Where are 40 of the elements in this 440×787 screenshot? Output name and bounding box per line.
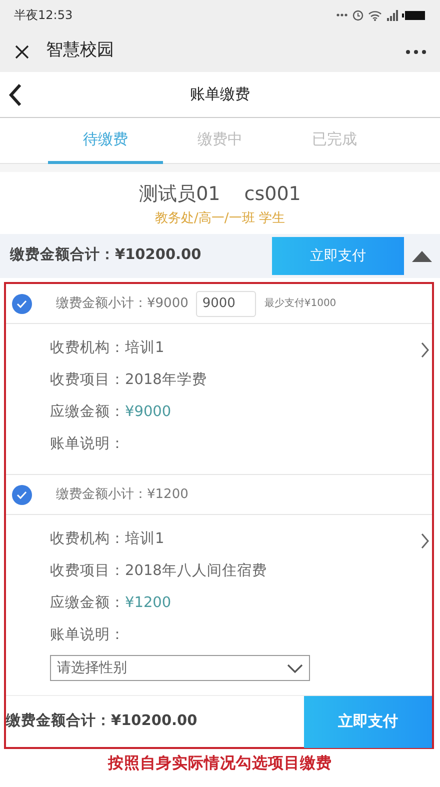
subtotal: 缴费金额小计：¥9000 (56, 294, 188, 313)
app-title: 智慧校园 (46, 39, 114, 62)
more-icon (406, 50, 426, 54)
detail-line: 应缴金额：¥9000 (50, 402, 172, 422)
chevron-right-icon[interactable] (420, 342, 430, 358)
detail-line: 收费机构：培训1 (50, 338, 166, 358)
checkbox[interactable] (12, 294, 32, 314)
alarm-icon (352, 9, 364, 21)
triangle-up-icon (412, 251, 432, 262)
tab[interactable]: 已完成 (277, 118, 392, 164)
detail-line: 应缴金额：¥1200 (50, 594, 172, 613)
battery-icon (402, 10, 426, 20)
total-amount: 缴费金额合计：¥10200.00 (6, 712, 198, 731)
amount-input[interactable]: 9000 (196, 290, 256, 316)
detail-line: 账单说明： (50, 626, 126, 645)
pay-button[interactable]: 立即支付 (272, 237, 404, 275)
minimum-note: 最少支付¥1000 (264, 296, 336, 311)
back-icon (8, 82, 22, 107)
subtotal: 缴费金额小计：¥1200 (56, 486, 188, 504)
user-id: cs001 (244, 183, 301, 205)
tab[interactable]: 缴费中 (162, 118, 278, 164)
detail-line: 收费项目：2018年学费 (50, 371, 208, 390)
close-icon (14, 44, 30, 60)
chevron-down-icon (287, 664, 303, 672)
notification-dots-icon (336, 13, 348, 17)
pay-button[interactable]: 立即支付 (304, 696, 432, 748)
detail-line: 收费项目：2018年八人间住宿费 (50, 562, 268, 581)
detail-line: 账单说明： (50, 435, 126, 454)
checkbox[interactable] (12, 484, 32, 504)
user-name: 测试员01 (139, 183, 220, 205)
chevron-right-icon[interactable] (420, 533, 430, 549)
gender-select[interactable]: 请选择性别 (50, 655, 310, 681)
total-amount: 缴费金额合计：¥10200.00 (10, 246, 202, 266)
annotation-caption: 按照自身实际情况勾选项目缴费 (106, 753, 333, 774)
page-title: 账单缴费 (190, 84, 250, 106)
detail-line: 收费机构：培训1 (50, 530, 166, 549)
user-department: 教务处/高一/一班 学生 (154, 210, 286, 228)
signal-icon (386, 10, 398, 20)
wifi-icon (368, 10, 382, 20)
status-time: 半夜12:53 (14, 7, 73, 24)
